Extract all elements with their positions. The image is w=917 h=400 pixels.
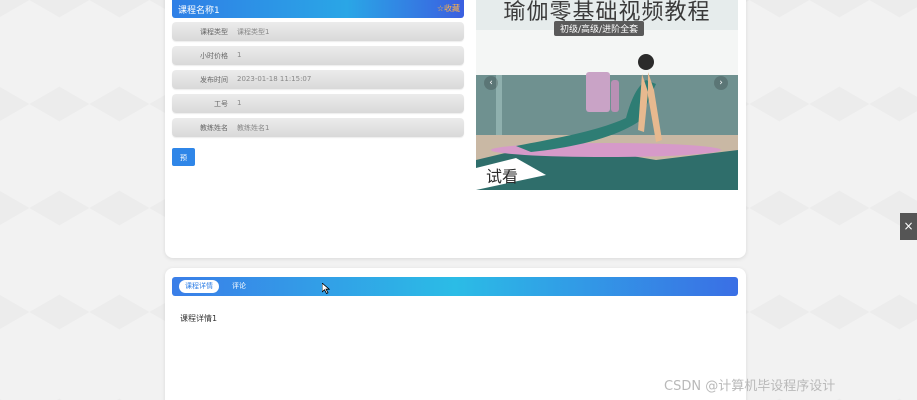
course-detail-card: 课程详情 评论 课程详情1 bbox=[165, 268, 746, 400]
watermark: CSDN @计算机毕设程序设计 bbox=[664, 379, 836, 394]
mouse-cursor-icon bbox=[322, 283, 330, 294]
field-value: 教练姓名1 bbox=[237, 124, 270, 132]
course-title: 课程名称1 bbox=[178, 6, 220, 16]
book-button[interactable]: 预约 bbox=[172, 148, 195, 180]
carousel-prev-icon[interactable]: ‹ bbox=[484, 76, 498, 90]
course-banner[interactable]: 瑜伽零基础视频教程 初级/高级/进阶全套 试看 ‹ › bbox=[476, 0, 738, 190]
field-value: 1 bbox=[237, 99, 242, 107]
field-value: 2023-01-18 11:15:07 bbox=[237, 75, 312, 83]
field-label: 课程类型 bbox=[200, 28, 228, 36]
favorite-button[interactable]: ☆收藏 bbox=[437, 3, 460, 14]
tab-comments[interactable]: 评论 bbox=[232, 280, 246, 293]
field-value: 课程类型1 bbox=[237, 28, 270, 36]
info-row-course-type: 课程类型 课程类型1 bbox=[172, 22, 464, 41]
try-watch-label[interactable]: 试看 bbox=[486, 163, 518, 187]
tab-bar: 课程详情 评论 bbox=[172, 277, 738, 296]
course-detail-content: 课程详情1 bbox=[180, 314, 218, 323]
side-panel-toggle-icon[interactable]: × bbox=[900, 213, 917, 240]
banner-subtitle: 初级/高级/进阶全套 bbox=[554, 21, 645, 36]
info-row-coach-name: 教练姓名 教练姓名1 bbox=[172, 118, 464, 137]
info-row-employee-id: 工号 1 bbox=[172, 94, 464, 113]
tab-course-detail[interactable]: 课程详情 bbox=[179, 280, 219, 293]
info-row-publish-time: 发布时间 2023-01-18 11:15:07 bbox=[172, 70, 464, 89]
field-label: 发布时间 bbox=[200, 76, 228, 84]
field-label: 工号 bbox=[214, 100, 228, 108]
field-label: 小时价格 bbox=[200, 52, 228, 60]
field-label: 教练姓名 bbox=[200, 124, 228, 132]
course-info-card: 课程名称1 ☆收藏 课程类型 课程类型1 小时价格 1 发布时间 2023-01… bbox=[165, 0, 746, 258]
carousel-next-icon[interactable]: › bbox=[714, 76, 728, 90]
info-row-hourly-price: 小时价格 1 bbox=[172, 46, 464, 65]
course-header: 课程名称1 ☆收藏 bbox=[172, 0, 464, 18]
field-value: 1 bbox=[237, 51, 242, 59]
